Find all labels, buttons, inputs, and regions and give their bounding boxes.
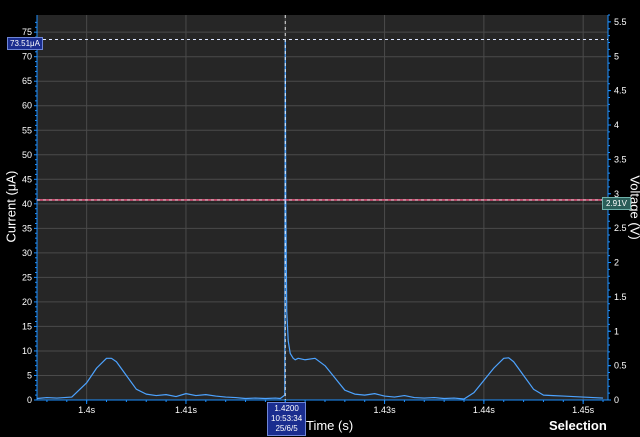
x-axis-label: Time (s) bbox=[306, 418, 354, 433]
y-right-tick-label: 0 bbox=[614, 395, 619, 405]
plot-background bbox=[37, 15, 608, 400]
y-right-tick-label: 5 bbox=[614, 51, 619, 61]
chart-plot: 1.4s 1.41s 1.43s 1.44s 1.45s0510152025303540… bbox=[22, 14, 627, 415]
y-left-tick-label: 0 bbox=[27, 395, 32, 405]
chart-area: 1.4s 1.41s 1.43s 1.44s 1.45s 0 5 10 15 20 25 30 35 40… bbox=[0, 0, 640, 437]
y-left-tick-label: 40 bbox=[22, 199, 32, 209]
y-left-tick-label: 30 bbox=[22, 248, 32, 258]
x-tick-label: 1.43s bbox=[374, 405, 397, 415]
time-cursor-clock: 10:53:34 bbox=[271, 414, 303, 423]
x-tick-label: 1.4s bbox=[78, 405, 96, 415]
current-cursor-readout[interactable]: 73.51μA bbox=[7, 37, 43, 50]
time-cursor-date: 25/6/5 bbox=[275, 424, 298, 433]
y-left-tick-label: 15 bbox=[22, 321, 32, 331]
y-right-tick-label: 4.5 bbox=[614, 86, 627, 96]
y-left-tick-label: 5 bbox=[27, 370, 32, 380]
y-left-tick-label: 75 bbox=[22, 27, 32, 37]
y-left-tick-label: 45 bbox=[22, 174, 32, 184]
x-tick-label: 1.44s bbox=[473, 405, 496, 415]
y-right-tick-label: 4 bbox=[614, 120, 619, 130]
y-left-tick-label: 20 bbox=[22, 297, 32, 307]
selection-label[interactable]: Selection bbox=[549, 418, 607, 433]
time-cursor-value: 1.4200 bbox=[274, 404, 299, 413]
y-right-tick-label: 5.5 bbox=[614, 17, 627, 27]
time-cursor-readout[interactable]: 1.4200 10:53:34 25/6/5 bbox=[267, 402, 307, 436]
y-left-tick-label: 60 bbox=[22, 101, 32, 111]
y-right-tick-label: 2 bbox=[614, 258, 619, 268]
y-left-tick-label: 25 bbox=[22, 272, 32, 282]
y-left-tick-label: 65 bbox=[22, 76, 32, 86]
y-left-tick-label: 10 bbox=[22, 346, 32, 356]
y-right-tick-label: 3.5 bbox=[614, 154, 627, 164]
y-left-tick-label: 70 bbox=[22, 52, 32, 62]
x-tick-label: 1.45s bbox=[572, 405, 595, 415]
y-right-tick-label: 0.5 bbox=[614, 361, 627, 371]
x-tick-label: 1.41s bbox=[175, 405, 198, 415]
y-right-tick-label: 1 bbox=[614, 326, 619, 336]
y-axis-label-left: Current (μA) bbox=[3, 170, 19, 243]
y-right-tick-label: 1.5 bbox=[614, 292, 627, 302]
y-left-tick-label: 50 bbox=[22, 150, 32, 160]
y-left-tick-label: 35 bbox=[22, 223, 32, 233]
y-right-tick-label: 2.5 bbox=[614, 223, 627, 233]
y-left-tick-label: 55 bbox=[22, 125, 32, 135]
voltage-cursor-readout[interactable]: 2.91V bbox=[602, 197, 631, 210]
